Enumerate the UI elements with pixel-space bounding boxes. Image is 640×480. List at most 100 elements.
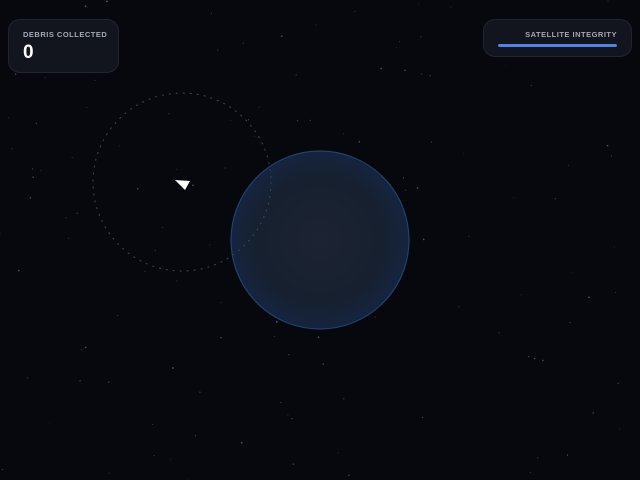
star <box>322 363 324 365</box>
star <box>211 12 213 14</box>
star <box>402 177 405 179</box>
star <box>86 106 88 109</box>
star <box>85 346 87 349</box>
star <box>619 428 621 430</box>
star <box>571 272 573 274</box>
star <box>380 68 382 70</box>
star <box>358 141 361 143</box>
star <box>280 35 283 38</box>
score-panel: DEBRIS COLLECTED 0 <box>8 19 119 73</box>
star <box>40 170 42 172</box>
star <box>273 335 276 338</box>
star <box>26 377 29 379</box>
star <box>153 454 155 456</box>
star <box>44 77 46 78</box>
star <box>317 336 320 339</box>
star <box>420 36 422 38</box>
star <box>348 474 350 476</box>
star <box>32 176 34 178</box>
star <box>199 391 201 393</box>
score-value: 0 <box>23 42 34 63</box>
star <box>287 414 289 416</box>
star <box>610 155 612 157</box>
star <box>606 144 609 147</box>
integrity-bar <box>498 44 617 47</box>
star <box>398 40 400 43</box>
star <box>458 306 460 308</box>
star <box>172 367 174 369</box>
star <box>79 379 81 382</box>
star <box>614 291 617 293</box>
star <box>292 463 295 466</box>
star <box>588 296 590 299</box>
star <box>118 145 120 147</box>
star <box>404 69 406 72</box>
star <box>542 359 544 362</box>
star <box>617 382 620 385</box>
star <box>154 249 156 252</box>
planet <box>230 150 410 330</box>
star <box>48 422 50 424</box>
star <box>258 106 260 108</box>
star <box>416 187 419 189</box>
star <box>528 356 530 358</box>
star <box>136 188 139 190</box>
star <box>533 357 536 360</box>
star <box>280 401 282 404</box>
star <box>84 5 87 7</box>
star <box>65 216 67 219</box>
star <box>241 442 243 444</box>
star <box>420 73 423 75</box>
star <box>94 79 96 81</box>
star <box>216 49 219 52</box>
star <box>209 244 211 246</box>
star <box>170 458 172 460</box>
star <box>613 246 615 248</box>
star <box>309 119 311 121</box>
star <box>176 280 178 282</box>
satellite-arrowhead-icon[interactable] <box>175 180 190 190</box>
star <box>242 42 244 45</box>
star <box>342 397 345 400</box>
star <box>32 168 34 170</box>
star <box>29 197 32 199</box>
star <box>168 112 170 115</box>
star <box>315 24 317 26</box>
star <box>11 147 14 150</box>
star <box>194 435 197 437</box>
star <box>35 122 37 124</box>
star <box>505 65 507 67</box>
score-label: DEBRIS COLLECTED <box>23 30 108 39</box>
star <box>247 119 249 121</box>
integrity-bar-fill <box>498 44 617 47</box>
star <box>567 454 569 456</box>
star <box>450 6 452 8</box>
star <box>67 237 70 239</box>
star <box>275 321 278 323</box>
star <box>422 416 424 418</box>
star <box>0 233 1 235</box>
star <box>607 0 609 2</box>
star <box>468 235 470 237</box>
star <box>513 197 515 199</box>
star <box>396 47 397 49</box>
star <box>296 119 299 122</box>
star <box>529 471 532 474</box>
star <box>80 348 83 351</box>
star <box>161 227 163 229</box>
star <box>230 119 232 121</box>
star <box>404 189 407 192</box>
star <box>76 212 79 215</box>
star <box>291 418 293 420</box>
star <box>537 457 539 459</box>
star <box>569 322 571 324</box>
game-scene[interactable]: DEBRIS COLLECTED 0 SATELLITE INTEGRITY <box>0 0 640 480</box>
star <box>374 316 376 318</box>
star <box>220 337 222 339</box>
star <box>592 412 594 414</box>
integrity-panel: SATELLITE INTEGRITY <box>483 19 632 57</box>
star <box>106 0 108 3</box>
integrity-label: SATELLITE INTEGRITY <box>525 30 617 39</box>
star <box>554 198 556 200</box>
star <box>144 270 146 273</box>
